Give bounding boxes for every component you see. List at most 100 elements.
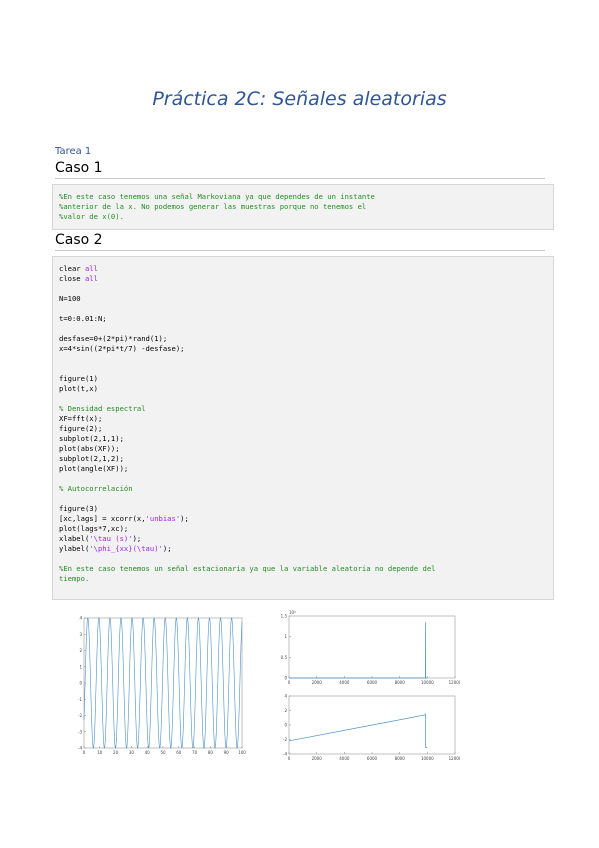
code-line: N=100 [59, 294, 547, 304]
code-token: subplot(2,1,2); [59, 454, 124, 463]
task-subtitle: Tarea 1 [55, 146, 92, 157]
y-tick-label: -2 [78, 713, 82, 718]
figure-fft-magnitude-plot: 0200040006000800010000120001.510.5010⁴ [281, 610, 460, 685]
x-tick-label: 60 [176, 750, 182, 755]
x-tick-label: 70 [192, 750, 198, 755]
code-text: %En este caso tenemos una señal Markovia… [53, 185, 553, 229]
x-tick-label: 90 [224, 750, 230, 755]
code-line: x=4*sin((2*pi*t/7) -desfase); [59, 344, 547, 354]
code-string: all [84, 274, 98, 283]
x-tick-label: 40 [145, 750, 151, 755]
y-tick-label: 4 [284, 694, 287, 699]
plot-area [83, 617, 243, 749]
x-tick-label: 6000 [367, 756, 378, 761]
code-block-caso-1: %En este caso tenemos una señal Markovia… [52, 184, 554, 230]
code-token: ); [162, 544, 172, 553]
code-token: plot(angle(XF)); [59, 464, 129, 473]
code-line: subplot(2,1,1); [59, 434, 547, 444]
y-tick-label: 1 [284, 634, 287, 639]
code-token: x=4*sin((2*pi*t/7) -desfase); [59, 344, 185, 353]
code-token: figure(2); [59, 424, 103, 433]
code-token: plot(abs(XF)); [59, 444, 120, 453]
code-string: '\phi_{xx}(\tau)' [89, 544, 163, 553]
y-tick-label: 0.5 [281, 655, 288, 660]
x-tick-label: 8000 [395, 756, 406, 761]
code-token: subplot(2,1,1); [59, 434, 124, 443]
heading-caso-1: Caso 1 [55, 160, 103, 176]
code-string: 'unbias' [145, 514, 181, 523]
code-token: plot(t,x) [59, 384, 98, 393]
code-line: figure(1) [59, 374, 547, 384]
x-tick-label: 12000 [449, 756, 460, 761]
x-tick-label: 10000 [421, 680, 434, 685]
x-tick-label: 2000 [312, 756, 323, 761]
code-line: %En este caso tenemos una señal Markovia… [59, 192, 547, 202]
x-tick-label: 20 [113, 750, 119, 755]
code-comment: % Autocorrelación [59, 484, 133, 493]
x-tick-label: 4000 [339, 756, 350, 761]
y-tick-label: 2 [284, 708, 287, 713]
heading-rule [55, 250, 545, 251]
y-tick-label: -4 [78, 746, 82, 751]
code-token: ); [132, 534, 142, 543]
code-line: subplot(2,1,2); [59, 454, 547, 464]
code-token: desfase=0+(2*pi)*rand(1); [59, 334, 168, 343]
code-line: %valor de x(0). [59, 212, 547, 222]
y-tick-label: 0 [284, 723, 287, 728]
y-tick-label: 4 [79, 616, 82, 621]
code-comment: %En este caso tenemos una señal Markovia… [59, 192, 375, 201]
x-tick-label: 30 [129, 750, 135, 755]
y-tick-label: -3 [78, 729, 82, 734]
code-token: figure(3) [59, 504, 98, 513]
code-token: clear [59, 264, 85, 273]
code-line: plot(abs(XF)); [59, 444, 547, 454]
heading-rule [55, 178, 545, 179]
code-comment: %valor de x(0). [59, 212, 124, 221]
code-comment: % Densidad espectral [59, 404, 146, 413]
code-line: plot(lags*7,xc); [59, 524, 547, 534]
code-string: '\tau (s)' [89, 534, 133, 543]
code-line: tiempo. [59, 574, 547, 584]
x-tick-label: 10 [97, 750, 103, 755]
x-tick-label: 0 [288, 756, 291, 761]
code-line: xlabel('\tau (s)'); [59, 534, 547, 544]
x-tick-label: 8000 [395, 680, 406, 685]
code-comment: %anterior de la x. No podemos generar la… [59, 202, 367, 211]
code-line: % Densidad espectral [59, 404, 547, 414]
code-line: figure(3) [59, 504, 547, 514]
code-line: desfase=0+(2*pi)*rand(1); [59, 334, 547, 344]
figure-signal-plot: 0 10 20 30 40 50 60 70 80 90 10043210-1-2-3-4 [78, 616, 246, 756]
code-token: XF=fft(x); [59, 414, 103, 423]
x-tick-label: 80 [208, 750, 214, 755]
code-token: ); [180, 514, 189, 523]
x-tick-label: 10000 [421, 756, 434, 761]
code-token: figure(1) [59, 374, 98, 383]
code-token: t=0:0.01:N; [59, 314, 107, 323]
code-line: t=0:0.01:N; [59, 314, 547, 324]
code-token: ylabel( [59, 544, 90, 553]
y-tick-label: -1 [78, 697, 82, 702]
x-tick-label: 100 [238, 750, 246, 755]
y-tick-label: -2 [283, 737, 287, 742]
y-tick-label: -4 [283, 752, 287, 757]
x-tick-label: 12000 [449, 680, 460, 685]
code-line: % Autocorrelación [59, 484, 547, 494]
code-line: plot(t,x) [59, 384, 547, 394]
code-token: [xc,lags] = xcorr(x, [59, 514, 146, 523]
y-tick-label: 0 [79, 681, 82, 686]
code-line: clear all [59, 264, 547, 274]
x-tick-label: 0 [83, 750, 86, 755]
code-token: plot(lags*7,xc); [59, 524, 129, 533]
code-block-caso-2: clear all close all N=100 t=0:0.01:N; desfas… [52, 256, 554, 600]
x-tick-label: 50 [160, 750, 166, 755]
code-line: [xc,lags] = xcorr(x,'unbias'); [59, 514, 547, 524]
code-text: clear all close all N=100 t=0:0.01:N; desfas… [53, 257, 553, 591]
code-token: close [59, 274, 85, 283]
